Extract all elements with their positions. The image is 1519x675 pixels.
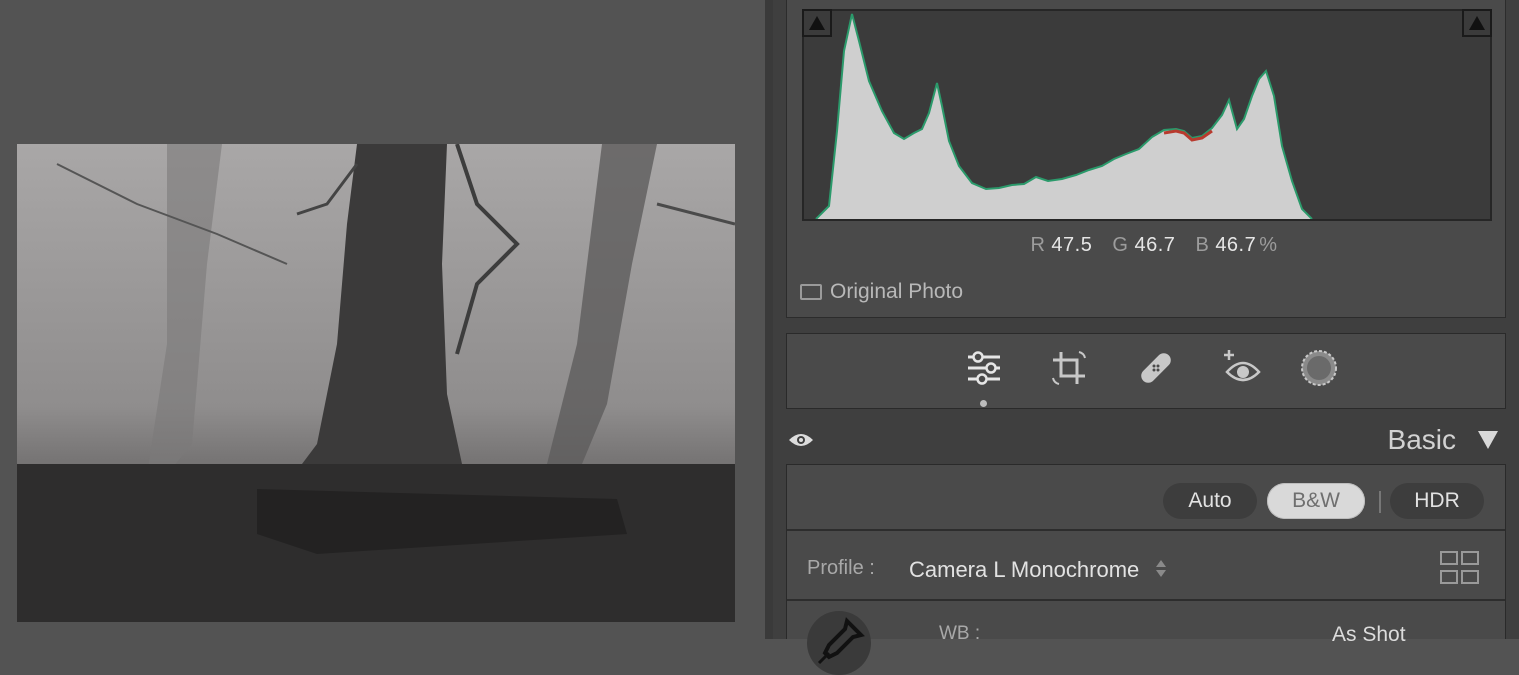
separator <box>1379 491 1381 513</box>
red-eye-icon[interactable] <box>1219 346 1263 390</box>
healing-bandage-icon[interactable] <box>1134 346 1178 390</box>
up-down-arrows-icon[interactable] <box>1156 560 1166 577</box>
profile-browser-grid-icon[interactable] <box>1440 551 1480 590</box>
histogram-panel: R 47.5 G 46.7 B 46.7% Original Photo <box>786 0 1506 318</box>
profile-label: Profile : <box>807 557 875 579</box>
profile-select[interactable]: Camera L Monochrome <box>909 557 1139 583</box>
collapse-triangle-icon[interactable] <box>1478 431 1498 449</box>
white-balance-row: WB : As Shot <box>787 601 1505 675</box>
highlight-clipping-toggle[interactable] <box>1462 9 1492 37</box>
develop-right-panel: R 47.5 G 46.7 B 46.7% Original Photo Bas… <box>773 0 1519 675</box>
hdr-button[interactable]: HDR <box>1390 483 1484 519</box>
masking-icon[interactable] <box>1297 346 1341 390</box>
original-photo-toggle[interactable]: Original Photo <box>800 280 963 304</box>
rgb-readout: R 47.5 G 46.7 B 46.7% <box>787 234 1507 257</box>
g-label: G <box>1112 234 1129 256</box>
r-label: R <box>1030 234 1046 256</box>
profile-row: Profile : Camera L Monochrome <box>787 531 1505 601</box>
eyedropper-icon[interactable] <box>807 611 871 675</box>
b-value: 46.7 <box>1215 234 1257 256</box>
r-value: 47.5 <box>1051 234 1093 256</box>
photo-preview[interactable] <box>17 144 735 622</box>
g-value: 46.7 <box>1134 234 1176 256</box>
photo-canvas-area <box>0 0 765 639</box>
crop-rotate-icon[interactable] <box>1047 346 1091 390</box>
wb-label: WB : <box>939 623 981 644</box>
basic-panel-title: Basic <box>1387 424 1456 455</box>
original-photo-label: Original Photo <box>830 280 964 303</box>
active-tool-indicator <box>980 400 987 407</box>
triangle-icon <box>1469 16 1485 30</box>
treatment-row: Auto B&W HDR <box>787 465 1505 531</box>
b-label: B <box>1195 234 1210 256</box>
triangle-icon <box>809 16 825 30</box>
percent-unit: % <box>1259 234 1278 256</box>
wb-select[interactable]: As Shot <box>1332 623 1406 647</box>
histogram-graph <box>802 9 1492 221</box>
shadow-clipping-toggle[interactable] <box>802 9 832 37</box>
original-photo-checkbox[interactable] <box>800 284 822 300</box>
basic-panel: Auto B&W HDR Profile : Camera L Monochro… <box>786 464 1506 675</box>
panel-divider[interactable] <box>765 0 773 639</box>
auto-button[interactable]: Auto <box>1163 483 1257 519</box>
basic-panel-header[interactable]: Basic <box>786 422 1506 462</box>
edit-sliders-icon[interactable] <box>962 346 1006 390</box>
eye-icon[interactable] <box>788 430 814 455</box>
tool-strip <box>786 333 1506 409</box>
bw-button[interactable]: B&W <box>1267 483 1365 519</box>
